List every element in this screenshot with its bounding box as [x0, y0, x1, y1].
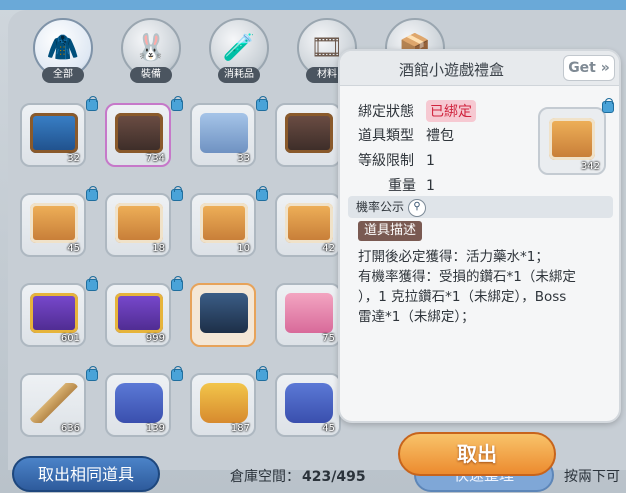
gift-chest-icon: [30, 203, 78, 243]
probability-label: 機率公示: [356, 200, 405, 214]
storage-value: 423/495: [302, 469, 366, 485]
lock-icon: [171, 366, 183, 381]
binding-row: 綁定狀態 已綁定: [358, 100, 476, 122]
weight-row: 重量 1: [358, 175, 435, 195]
item-count: 636: [60, 423, 80, 434]
item-count: 75: [322, 333, 335, 344]
inventory-slot[interactable]: 187: [190, 373, 256, 437]
inventory-slot[interactable]: 42: [275, 193, 341, 257]
horn-icon: [30, 383, 78, 423]
gift-chest-icon: [549, 118, 595, 160]
lock-icon: [256, 366, 268, 381]
lock-icon: [256, 96, 268, 111]
search-icon[interactable]: ⚲: [408, 198, 427, 217]
pink-giftbox-icon: [285, 293, 333, 333]
purple-chest-icon: [115, 293, 163, 333]
lock-icon: [86, 186, 98, 201]
double-click-hint: 按兩下可: [564, 469, 620, 485]
item-count: 45: [67, 243, 80, 254]
inventory-slot[interactable]: 139: [105, 373, 171, 437]
item-detail-popup: 酒館小遊戲禮盒 Get » 綁定狀態 已綁定 道具類型 禮包 等級限制 1 重量 1 3…: [338, 49, 621, 423]
dark-chest-icon: [115, 113, 163, 153]
puzzle-card-icon: [285, 383, 333, 423]
item-count: 45: [322, 423, 335, 434]
lock-icon: [256, 186, 268, 201]
inventory-slot[interactable]: [190, 283, 256, 347]
wolf-pet-icon: [200, 293, 248, 333]
inventory-slot[interactable]: 45: [275, 373, 341, 437]
category-tab-all[interactable]: 🧥 全部: [32, 18, 94, 86]
description-heading: 道具描述: [358, 221, 423, 241]
type-row: 道具類型 禮包: [358, 125, 454, 145]
puzzle-card-icon: [115, 383, 163, 423]
category-label: 全部: [42, 67, 84, 83]
inventory-slot[interactable]: 33: [190, 103, 256, 167]
category-label: 裝備: [130, 67, 172, 83]
item-count: 342: [580, 161, 600, 172]
lock-icon: [602, 98, 614, 113]
inventory-slot[interactable]: 45: [20, 193, 86, 257]
dark-chest-icon: [285, 113, 333, 153]
level-row: 等級限制 1: [358, 150, 435, 170]
inventory-slot[interactable]: 75: [275, 283, 341, 347]
binding-status-badge: 已綁定: [426, 100, 476, 122]
type-key: 道具類型: [358, 128, 414, 144]
inventory-slot[interactable]: 601: [20, 283, 86, 347]
item-preview: 342: [538, 107, 606, 175]
take-same-items-button[interactable]: 取出相同道具: [12, 456, 160, 492]
item-count: 999: [145, 333, 165, 344]
storage-space: 倉庫空間： 423/495: [230, 466, 366, 486]
item-count: 32: [67, 153, 80, 164]
binding-key: 綁定狀態: [358, 104, 414, 120]
lock-icon: [86, 96, 98, 111]
item-count: 139: [145, 423, 165, 434]
item-name: 酒館小遊戲禮盒: [398, 61, 504, 79]
inventory-slot[interactable]: 32: [20, 103, 86, 167]
type-value: 禮包: [426, 128, 454, 144]
storage-label: 倉庫空間：: [230, 469, 300, 485]
inventory-slot[interactable]: 636: [20, 373, 86, 437]
gold-puzzle-card-icon: [200, 383, 248, 423]
weight-key: 重量: [388, 178, 416, 194]
probability-row[interactable]: 機率公示 ⚲: [348, 196, 613, 218]
take-out-button[interactable]: 取出: [398, 432, 556, 476]
blue-chest-icon: [30, 113, 78, 153]
item-count: 734: [145, 153, 165, 164]
lock-icon: [171, 186, 183, 201]
weight-value: 1: [426, 178, 435, 194]
item-description: 打開後必定獲得：活力藥水*1； 有機率獲得：受損的鑽石*1（未綁定 ），1 克拉…: [358, 249, 576, 325]
item-count: 187: [230, 423, 250, 434]
gift-chest-icon: [285, 203, 333, 243]
lock-icon: [86, 366, 98, 381]
item-count: 33: [237, 153, 250, 164]
inventory-slot[interactable]: 734: [105, 103, 171, 167]
spellbook-icon: [200, 113, 248, 153]
item-count: 42: [322, 243, 335, 254]
item-count: 18: [152, 243, 165, 254]
top-bar: [0, 0, 626, 10]
gift-chest-icon: [115, 203, 163, 243]
inventory-slot[interactable]: 18: [105, 193, 171, 257]
purple-chest-icon: [30, 293, 78, 333]
lock-icon: [171, 96, 183, 111]
item-count: 10: [237, 243, 250, 254]
inventory-slot[interactable]: 999: [105, 283, 171, 347]
get-source-button[interactable]: Get »: [563, 55, 615, 81]
inventory-slot[interactable]: [275, 103, 341, 167]
category-tab-consumables[interactable]: 🧪 消耗品: [208, 18, 270, 86]
gift-chest-icon: [200, 203, 248, 243]
category-tab-equipment[interactable]: 🐰 裝備: [120, 18, 182, 86]
level-value: 1: [426, 153, 435, 169]
inventory-slot[interactable]: 10: [190, 193, 256, 257]
level-key: 等級限制: [358, 153, 414, 169]
item-count: 601: [60, 333, 80, 344]
lock-icon: [86, 276, 98, 291]
lock-icon: [171, 276, 183, 291]
category-label: 消耗品: [218, 67, 260, 83]
